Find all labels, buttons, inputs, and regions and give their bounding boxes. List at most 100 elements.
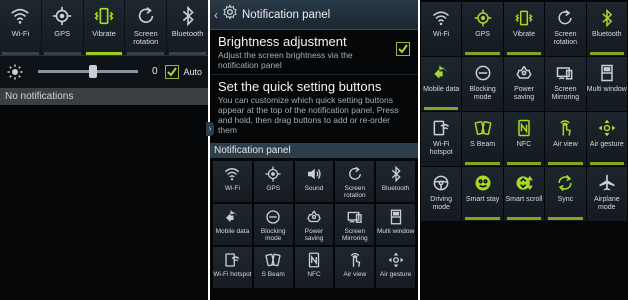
back-icon[interactable]: ‹ [214, 8, 222, 22]
quick-toggle-label: Air gesture [379, 271, 412, 278]
brightness-slider-knob[interactable] [89, 65, 97, 78]
toggle-state-indicator [548, 217, 583, 220]
quick-toggle-screen-rotation[interactable]: Screen rotation [125, 0, 168, 55]
quick-toggle-sound[interactable]: Sound [294, 161, 334, 202]
quick-toggle-label: Wi-Fi [224, 185, 240, 192]
quick-toggle-bluetooth[interactable]: Bluetooth [586, 2, 627, 56]
quick-toggle-air-view[interactable]: Air view [335, 247, 375, 288]
quick-toggle-sync[interactable]: Sync [545, 167, 586, 221]
quick-toggle-screen-mirroring[interactable]: Screen Mirroring [545, 57, 586, 111]
quick-setting-grid: Wi-Fi GPS Sound Screen rotation Bluetooth Mob… [210, 158, 418, 291]
quick-toggle-bluetooth[interactable]: Bluetooth [376, 161, 415, 202]
quick-setting-grid-full: Wi-Fi GPS Vibrate Screen rotation Bluetooth M… [420, 0, 628, 223]
airplane-mode-icon [597, 173, 617, 193]
quick-toggle-air-gesture[interactable]: Air gesture [586, 112, 627, 166]
quick-panel-right: Wi-Fi GPS Vibrate Screen rotation Bluetooth M… [420, 0, 628, 300]
vibrate-icon [514, 8, 534, 28]
auto-brightness-checkbox[interactable] [165, 64, 180, 79]
quick-toggle-wi-fi[interactable]: Wi-Fi [0, 0, 42, 55]
toggle-state-indicator [127, 52, 165, 55]
mobile-data-icon [223, 208, 241, 226]
quick-toggle-smart-stay[interactable]: Smart stay [462, 167, 503, 221]
quick-toggle-nfc[interactable]: NFC [294, 247, 334, 288]
bluetooth-icon [387, 165, 405, 183]
quick-toggle-power-saving[interactable]: Power saving [294, 204, 334, 245]
quick-toggle-label: Screen rotation [553, 31, 578, 46]
toggle-state-indicator [506, 52, 542, 55]
bluetooth-icon [597, 8, 617, 28]
brightness-adjustment-checkbox[interactable] [396, 42, 410, 56]
s-beam-icon [473, 118, 493, 138]
brightness-icon [6, 63, 24, 81]
quick-toggle-nfc[interactable]: NFC [503, 112, 545, 166]
quick-toggle-s-beam[interactable]: S Beam [253, 247, 293, 288]
quick-toggle-air-view[interactable]: Air view [545, 112, 586, 166]
quick-toggle-label: Air view [343, 271, 367, 278]
quick-toggle-label: Screen rotation [343, 185, 366, 199]
quick-toggle-label: Blocking mode [469, 86, 496, 101]
quick-setting-buttons-setting: Set the quick setting buttons You can cu… [210, 74, 418, 140]
power-saving-icon [514, 63, 534, 83]
nfc-icon [514, 118, 534, 138]
toggle-state-indicator [424, 107, 459, 110]
quick-toggle-wi-fi-hotspot[interactable]: Wi-Fi hotspot [213, 247, 252, 288]
quick-toggle-screen-rotation[interactable]: Screen rotation [335, 161, 375, 202]
quick-toggle-label: Wi-Fi [433, 31, 450, 38]
brightness-adjustment-setting[interactable]: Brightness adjustment Adjust the screen … [210, 30, 418, 74]
quick-toggle-label: Screen Mirroring [341, 228, 368, 242]
no-notifications-text: No notifications [0, 87, 208, 105]
quick-toggle-smart-scroll[interactable]: Smart scroll [503, 167, 545, 221]
vibrate-icon [93, 5, 115, 27]
air-gesture-icon [597, 118, 617, 138]
air-gesture-icon [387, 251, 405, 269]
quick-toggle-blocking-mode[interactable]: Blocking mode [253, 204, 293, 245]
toggle-state-indicator [2, 52, 39, 55]
blocking-mode-icon [473, 63, 493, 83]
quick-toggle-multi-window[interactable]: Multi window [586, 57, 627, 111]
quick-toggle-label: S Beam [261, 271, 285, 278]
toggle-state-indicator [590, 217, 624, 220]
toggle-state-indicator [465, 162, 500, 165]
toggle-state-indicator [548, 162, 583, 165]
quick-toggle-wi-fi[interactable]: Wi-Fi [421, 2, 462, 56]
sync-icon [555, 173, 575, 193]
quick-toggle-label: Air gesture [589, 141, 624, 148]
quick-toggle-airplane-mode[interactable]: Airplane mode [586, 167, 627, 221]
quick-setting-desc: You can customize which quick setting bu… [218, 95, 399, 135]
quick-toggle-screen-rotation[interactable]: Screen rotation [545, 2, 586, 56]
smart-scroll-icon [514, 173, 534, 193]
panel-handle: › [206, 122, 214, 136]
quick-toggle-gps[interactable]: GPS [462, 2, 503, 56]
toggle-state-indicator [465, 217, 500, 220]
quick-toggle-label: Wi-Fi hotspot [429, 141, 453, 156]
quick-toggle-vibrate[interactable]: Vibrate [84, 0, 126, 55]
air-view-icon [346, 251, 364, 269]
quick-toggle-bluetooth[interactable]: Bluetooth [167, 0, 208, 55]
quick-toggle-mobile-data[interactable]: Mobile data [421, 57, 462, 111]
quick-toggle-wi-fi[interactable]: Wi-Fi [213, 161, 252, 202]
quick-toggle-mobile-data[interactable]: Mobile data [213, 204, 252, 245]
wifi-icon [431, 8, 451, 28]
quick-toggle-vibrate[interactable]: Vibrate [503, 2, 545, 56]
quick-toggle-gps[interactable]: GPS [42, 0, 84, 55]
quick-settings-row: Wi-Fi GPS Vibrate Screen rotation Bluetooth [0, 0, 208, 55]
quick-toggle-wi-fi-hotspot[interactable]: Wi-Fi hotspot [421, 112, 462, 166]
quick-toggle-power-saving[interactable]: Power saving [503, 57, 545, 111]
quick-toggle-screen-mirroring[interactable]: Screen Mirroring [335, 204, 375, 245]
sound-icon [305, 165, 323, 183]
quick-toggle-label: Wi-Fi hotspot [213, 271, 252, 278]
toggle-state-indicator [506, 162, 542, 165]
quick-toggle-air-gesture[interactable]: Air gesture [376, 247, 415, 288]
quick-toggle-blocking-mode[interactable]: Blocking mode [462, 57, 503, 111]
quick-toggle-gps[interactable]: GPS [253, 161, 293, 202]
toggle-state-indicator [589, 162, 624, 165]
toggle-state-indicator [424, 162, 458, 165]
quick-toggle-label: NFC [307, 271, 321, 278]
quick-toggle-multi-window[interactable]: Multi window [376, 204, 415, 245]
settings-header[interactable]: ‹ Notification panel [210, 0, 418, 30]
toggle-state-indicator [169, 52, 206, 55]
quick-toggle-driving-mode[interactable]: Driving mode [421, 167, 462, 221]
brightness-slider[interactable] [38, 65, 138, 78]
quick-toggle-s-beam[interactable]: S Beam [462, 112, 503, 166]
screen-mirroring-icon [346, 208, 364, 226]
